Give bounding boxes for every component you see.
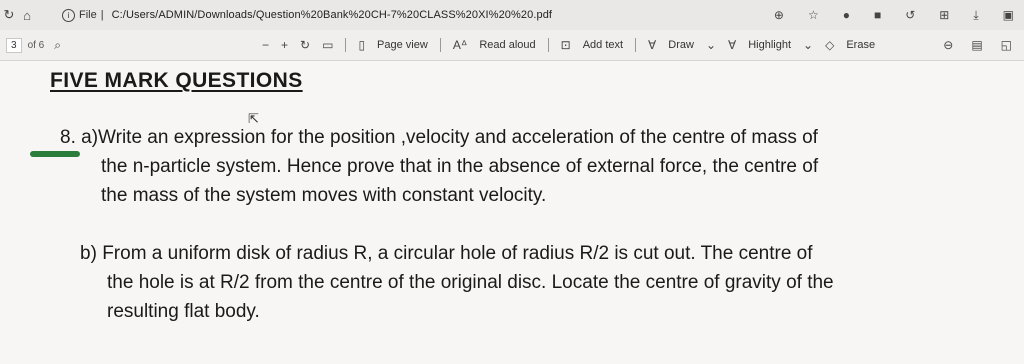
zoom-icon[interactable]: ⊕ xyxy=(774,8,784,22)
separator xyxy=(439,38,441,52)
extension-icon[interactable]: ● xyxy=(843,8,850,22)
separator xyxy=(635,38,637,52)
zoom-out-icon[interactable]: − xyxy=(262,38,269,52)
print-icon[interactable]: ⊖ xyxy=(943,38,953,52)
chevron-down-icon[interactable]: ⌄ xyxy=(706,38,716,52)
page-heading: FIVE MARK QUESTIONS xyxy=(50,69,303,92)
home-icon[interactable]: ⌂ xyxy=(18,8,36,23)
question-8b-line2: the hole is at R/2 from the centre of th… xyxy=(107,272,834,293)
pdf-toolbar: 3 of 6 ⌕ − + ↻ ▭ ▯ Page view Aᐞ Read alo… xyxy=(0,30,1024,61)
url-text[interactable]: C:/Users/ADMIN/Downloads/Question%20Bank… xyxy=(112,9,553,21)
question-text: From a uniform disk of radius R, a circu… xyxy=(102,243,813,264)
question-8b: b) From a uniform disk of radius R, a ci… xyxy=(80,239,980,326)
question-8a: 8. a)Write an expression for the positio… xyxy=(60,123,960,210)
fit-page-icon[interactable]: ▭ xyxy=(322,38,333,52)
question-8a-line1: 8. a)Write an expression for the positio… xyxy=(60,123,960,152)
draw-icon: ∀ xyxy=(648,38,657,52)
question-8a-line3: the mass of the system moves with consta… xyxy=(101,185,547,206)
page-view-button[interactable]: Page view xyxy=(377,39,428,51)
rotate-icon[interactable]: ↻ xyxy=(300,38,310,52)
site-info[interactable]: i File | xyxy=(62,8,104,22)
question-text: Write an expression for the position ,ve… xyxy=(98,127,818,148)
highlight-icon: ∀ xyxy=(728,38,737,52)
add-text-button[interactable]: Add text xyxy=(583,39,623,51)
copilot-icon[interactable]: ▣ xyxy=(1003,8,1014,22)
separator xyxy=(547,38,549,52)
erase-button[interactable]: Erase xyxy=(846,39,875,51)
address-bar: ↻ ⌂ i File | C:/Users/ADMIN/Downloads/Qu… xyxy=(0,0,1024,30)
draw-button[interactable]: Draw xyxy=(668,39,694,51)
toolbar-center: − + ↻ ▭ ▯ Page view Aᐞ Read aloud ⊡ Add … xyxy=(262,30,875,60)
erase-icon: ◇ xyxy=(825,38,835,52)
question-8a-line2: the n-particle system. Hence prove that … xyxy=(101,156,819,177)
save-icon[interactable]: ▤ xyxy=(971,38,982,52)
collections-icon[interactable]: ⊞ xyxy=(939,8,949,22)
favorite-icon[interactable]: ☆ xyxy=(808,8,819,22)
file-label: File xyxy=(79,9,97,21)
question-number: b) xyxy=(80,243,97,264)
highlight-button[interactable]: Highlight xyxy=(748,39,791,51)
separator xyxy=(345,38,347,52)
search-icon[interactable]: ⌕ xyxy=(54,38,61,53)
info-icon: i xyxy=(62,8,75,22)
question-number: 8. a) xyxy=(60,127,99,148)
save-as-icon[interactable]: ◱ xyxy=(1001,38,1012,52)
question-8b-line3: resulting flat body. xyxy=(107,301,260,322)
pdf-document[interactable]: FIVE MARK QUESTIONS ⇱ 8. a)Write an expr… xyxy=(0,61,1024,364)
add-text-icon: ⊡ xyxy=(560,38,571,52)
refresh2-icon[interactable]: ↺ xyxy=(905,8,915,22)
read-aloud-icon: Aᐞ xyxy=(452,38,468,52)
zoom-in-icon[interactable]: + xyxy=(281,38,288,52)
read-aloud-button[interactable]: Read aloud xyxy=(479,39,535,51)
browser-actions: ⊕ ☆ ● ■ ↺ ⊞ ⤓ ▣ xyxy=(774,0,1014,30)
page-number-input[interactable]: 3 xyxy=(6,37,22,53)
divider: | xyxy=(100,9,104,21)
refresh-icon[interactable]: ↻ xyxy=(0,7,18,23)
page-view-icon: ▯ xyxy=(358,38,366,52)
chevron-down-icon[interactable]: ⌄ xyxy=(803,38,813,52)
page-total: of 6 xyxy=(27,39,45,51)
question-8b-line1: b) From a uniform disk of radius R, a ci… xyxy=(80,239,980,268)
extension2-icon[interactable]: ■ xyxy=(874,8,881,22)
toolbar-end: ⊖ ▤ ◱ xyxy=(943,30,1012,60)
download-icon[interactable]: ⤓ xyxy=(973,8,978,23)
